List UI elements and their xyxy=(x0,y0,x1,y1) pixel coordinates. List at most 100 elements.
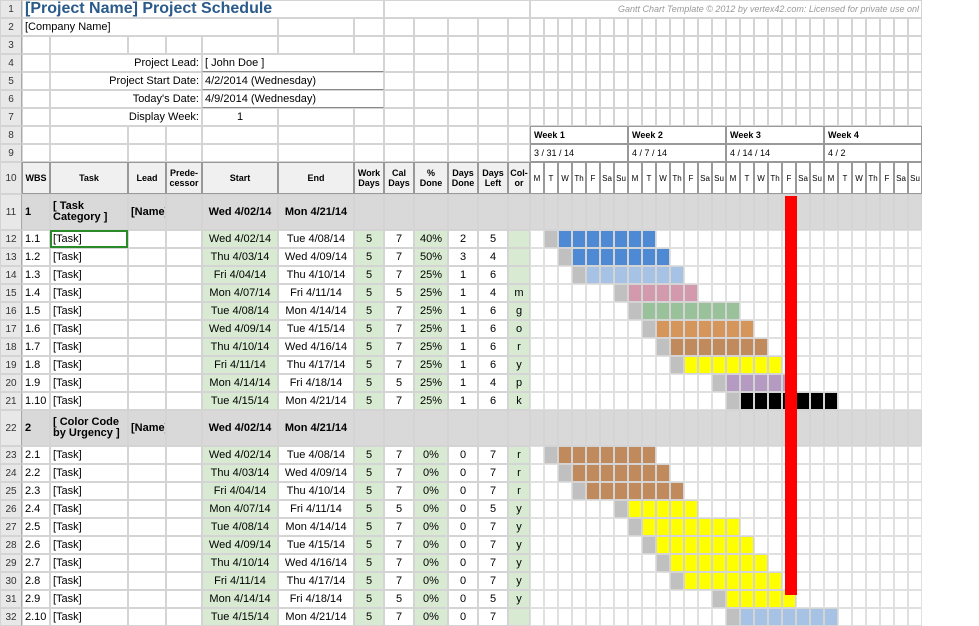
section-wbs[interactable]: 2 xyxy=(22,410,50,446)
end-cell[interactable]: Wed 4/09/14 xyxy=(278,464,354,482)
end-cell[interactable]: Fri 4/18/14 xyxy=(278,590,354,608)
daysdone-cell[interactable]: 0 xyxy=(448,590,478,608)
end-cell[interactable]: Tue 4/08/14 xyxy=(278,446,354,464)
color-cell[interactable]: y xyxy=(508,590,530,608)
daysdone-cell[interactable]: 1 xyxy=(448,302,478,320)
workdays-cell[interactable]: 5 xyxy=(354,284,384,302)
pred-cell[interactable] xyxy=(166,302,202,320)
pred-cell[interactable] xyxy=(166,374,202,392)
daysleft-cell[interactable]: 6 xyxy=(478,392,508,410)
section-start[interactable]: Wed 4/02/14 xyxy=(202,410,278,446)
daysleft-cell[interactable]: 7 xyxy=(478,536,508,554)
pctdone-cell[interactable]: 25% xyxy=(414,356,448,374)
wbs-cell[interactable]: 2.8 xyxy=(22,572,50,590)
row-header[interactable]: 16 xyxy=(0,302,22,320)
wbs-cell[interactable]: 1.8 xyxy=(22,356,50,374)
row-header[interactable]: 27 xyxy=(0,518,22,536)
caldays-cell[interactable]: 7 xyxy=(384,446,414,464)
row-header[interactable]: 30 xyxy=(0,572,22,590)
lead-cell[interactable] xyxy=(128,356,166,374)
color-cell[interactable] xyxy=(508,230,530,248)
workdays-cell[interactable]: 5 xyxy=(354,608,384,626)
color-cell[interactable]: r xyxy=(508,464,530,482)
task-cell[interactable]: [Task] xyxy=(50,356,128,374)
daysleft-cell[interactable]: 7 xyxy=(478,554,508,572)
end-cell[interactable]: Wed 4/16/14 xyxy=(278,338,354,356)
task-cell[interactable]: [Task] xyxy=(50,446,128,464)
workdays-cell[interactable]: 5 xyxy=(354,392,384,410)
pctdone-cell[interactable]: 25% xyxy=(414,302,448,320)
color-cell[interactable]: y xyxy=(508,536,530,554)
caldays-cell[interactable]: 7 xyxy=(384,302,414,320)
caldays-cell[interactable]: 5 xyxy=(384,284,414,302)
color-cell[interactable]: y xyxy=(508,518,530,536)
caldays-cell[interactable]: 7 xyxy=(384,392,414,410)
lead-cell[interactable] xyxy=(128,266,166,284)
daysdone-cell[interactable]: 1 xyxy=(448,338,478,356)
caldays-cell[interactable]: 7 xyxy=(384,320,414,338)
wbs-cell[interactable]: 1.10 xyxy=(22,392,50,410)
section-lead[interactable]: [Name] xyxy=(128,194,166,230)
row-header[interactable]: 14 xyxy=(0,266,22,284)
row-header[interactable]: 31 xyxy=(0,590,22,608)
start-cell[interactable]: Wed 4/02/14 xyxy=(202,230,278,248)
lead-cell[interactable] xyxy=(128,608,166,626)
row-header[interactable]: 15 xyxy=(0,284,22,302)
lead-cell[interactable] xyxy=(128,500,166,518)
task-cell[interactable]: [Task] xyxy=(50,338,128,356)
pctdone-cell[interactable]: 0% xyxy=(414,518,448,536)
caldays-cell[interactable]: 7 xyxy=(384,608,414,626)
task-cell[interactable]: [Task] xyxy=(50,536,128,554)
pred-cell[interactable] xyxy=(166,572,202,590)
color-cell[interactable]: o xyxy=(508,320,530,338)
workdays-cell[interactable]: 5 xyxy=(354,248,384,266)
daysleft-cell[interactable]: 5 xyxy=(478,590,508,608)
row-header[interactable]: 19 xyxy=(0,356,22,374)
section-end[interactable]: Mon 4/21/14 xyxy=(278,410,354,446)
daysleft-cell[interactable]: 6 xyxy=(478,356,508,374)
row-header[interactable]: 23 xyxy=(0,446,22,464)
caldays-cell[interactable]: 5 xyxy=(384,374,414,392)
end-cell[interactable]: Fri 4/11/14 xyxy=(278,500,354,518)
daysdone-cell[interactable]: 1 xyxy=(448,284,478,302)
workdays-cell[interactable]: 5 xyxy=(354,464,384,482)
row-header[interactable]: 13 xyxy=(0,248,22,266)
daysdone-cell[interactable]: 1 xyxy=(448,356,478,374)
daysleft-cell[interactable]: 5 xyxy=(478,230,508,248)
task-cell[interactable]: [Task] xyxy=(50,248,128,266)
end-cell[interactable]: Fri 4/11/14 xyxy=(278,284,354,302)
caldays-cell[interactable]: 7 xyxy=(384,518,414,536)
end-cell[interactable]: Thu 4/10/14 xyxy=(278,266,354,284)
task-cell[interactable]: [Task] xyxy=(50,374,128,392)
start-cell[interactable]: Mon 4/07/14 xyxy=(202,284,278,302)
workdays-cell[interactable]: 5 xyxy=(354,356,384,374)
row-header[interactable]: 3 xyxy=(0,36,22,54)
daysleft-cell[interactable]: 7 xyxy=(478,482,508,500)
wbs-cell[interactable]: 1.4 xyxy=(22,284,50,302)
wbs-cell[interactable]: 2.1 xyxy=(22,446,50,464)
daysdone-cell[interactable]: 0 xyxy=(448,500,478,518)
workdays-cell[interactable]: 5 xyxy=(354,536,384,554)
pctdone-cell[interactable]: 25% xyxy=(414,284,448,302)
daysdone-cell[interactable]: 1 xyxy=(448,392,478,410)
daysdone-cell[interactable]: 1 xyxy=(448,374,478,392)
caldays-cell[interactable]: 7 xyxy=(384,464,414,482)
task-cell[interactable]: [Task] xyxy=(50,284,128,302)
color-cell[interactable]: p xyxy=(508,374,530,392)
task-cell[interactable]: [Task] xyxy=(50,482,128,500)
workdays-cell[interactable]: 5 xyxy=(354,446,384,464)
daysdone-cell[interactable]: 0 xyxy=(448,482,478,500)
row-header[interactable]: 28 xyxy=(0,536,22,554)
pctdone-cell[interactable]: 0% xyxy=(414,482,448,500)
row-header[interactable]: 1 xyxy=(0,0,22,18)
color-cell[interactable]: y xyxy=(508,500,530,518)
pctdone-cell[interactable]: 0% xyxy=(414,500,448,518)
lead-cell[interactable] xyxy=(128,518,166,536)
task-cell[interactable]: [Task] xyxy=(50,230,128,248)
wbs-cell[interactable]: 2.2 xyxy=(22,464,50,482)
lead-cell[interactable] xyxy=(128,590,166,608)
pred-cell[interactable] xyxy=(166,266,202,284)
color-cell[interactable]: r xyxy=(508,482,530,500)
daysdone-cell[interactable]: 1 xyxy=(448,266,478,284)
pred-cell[interactable] xyxy=(166,482,202,500)
